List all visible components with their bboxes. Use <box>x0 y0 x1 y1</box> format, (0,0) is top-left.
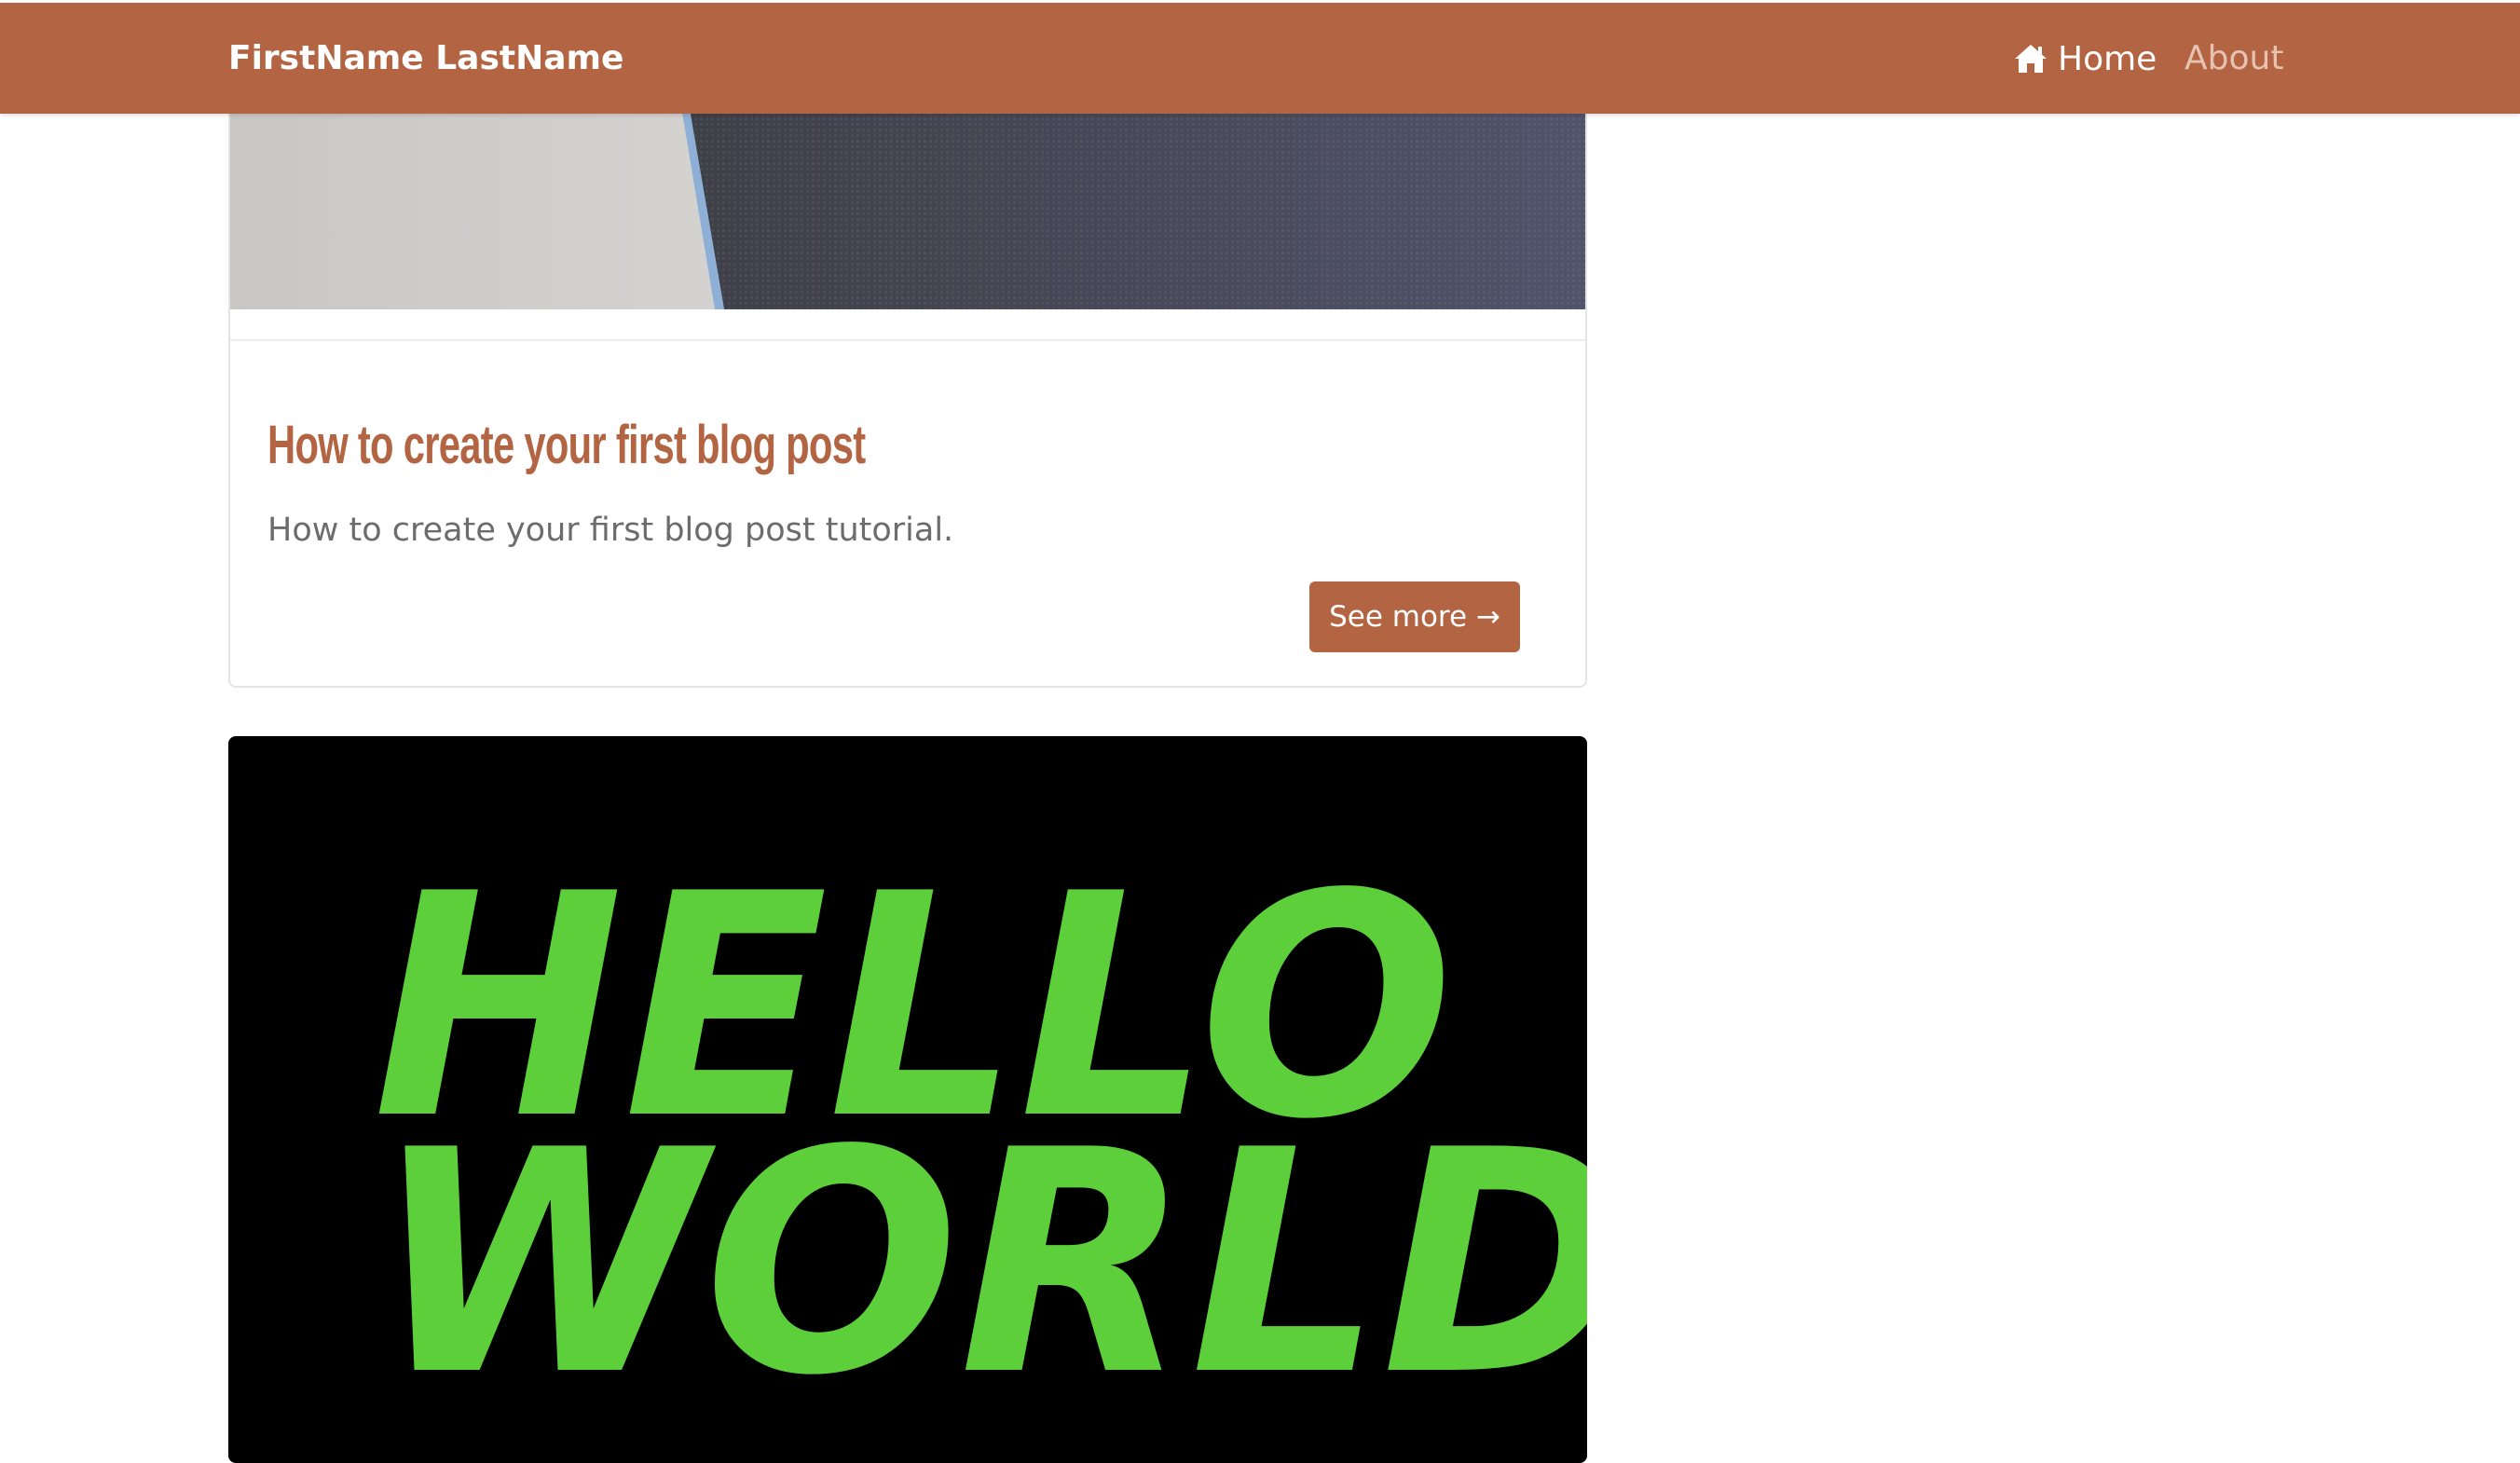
see-more-label: See more <box>1329 600 1468 634</box>
see-more-button[interactable]: See more → <box>1309 581 1520 652</box>
blog-post-card: Media How to create your first blog post… <box>228 37 1587 688</box>
brand-link[interactable]: FirstName LastName <box>228 34 623 83</box>
nav-about-link[interactable]: About <box>2184 34 2283 83</box>
world-text: WORLD <box>373 1085 1587 1429</box>
home-icon <box>2015 45 2047 73</box>
post-description: How to create your first blog post tutor… <box>267 512 954 549</box>
blog-post-card: HELLO WORLD <box>228 736 1587 1463</box>
post-cover-image: HELLO WORLD <box>373 828 1587 1429</box>
card-divider <box>230 339 1585 341</box>
post-title[interactable]: How to create your first blog post <box>267 408 866 483</box>
top-navbar: FirstName LastName Home About <box>0 3 2520 114</box>
nav-home-label: Home <box>2058 39 2157 78</box>
nav-home-link[interactable]: Home <box>2013 34 2157 83</box>
arrow-right-icon: → <box>1475 600 1500 634</box>
